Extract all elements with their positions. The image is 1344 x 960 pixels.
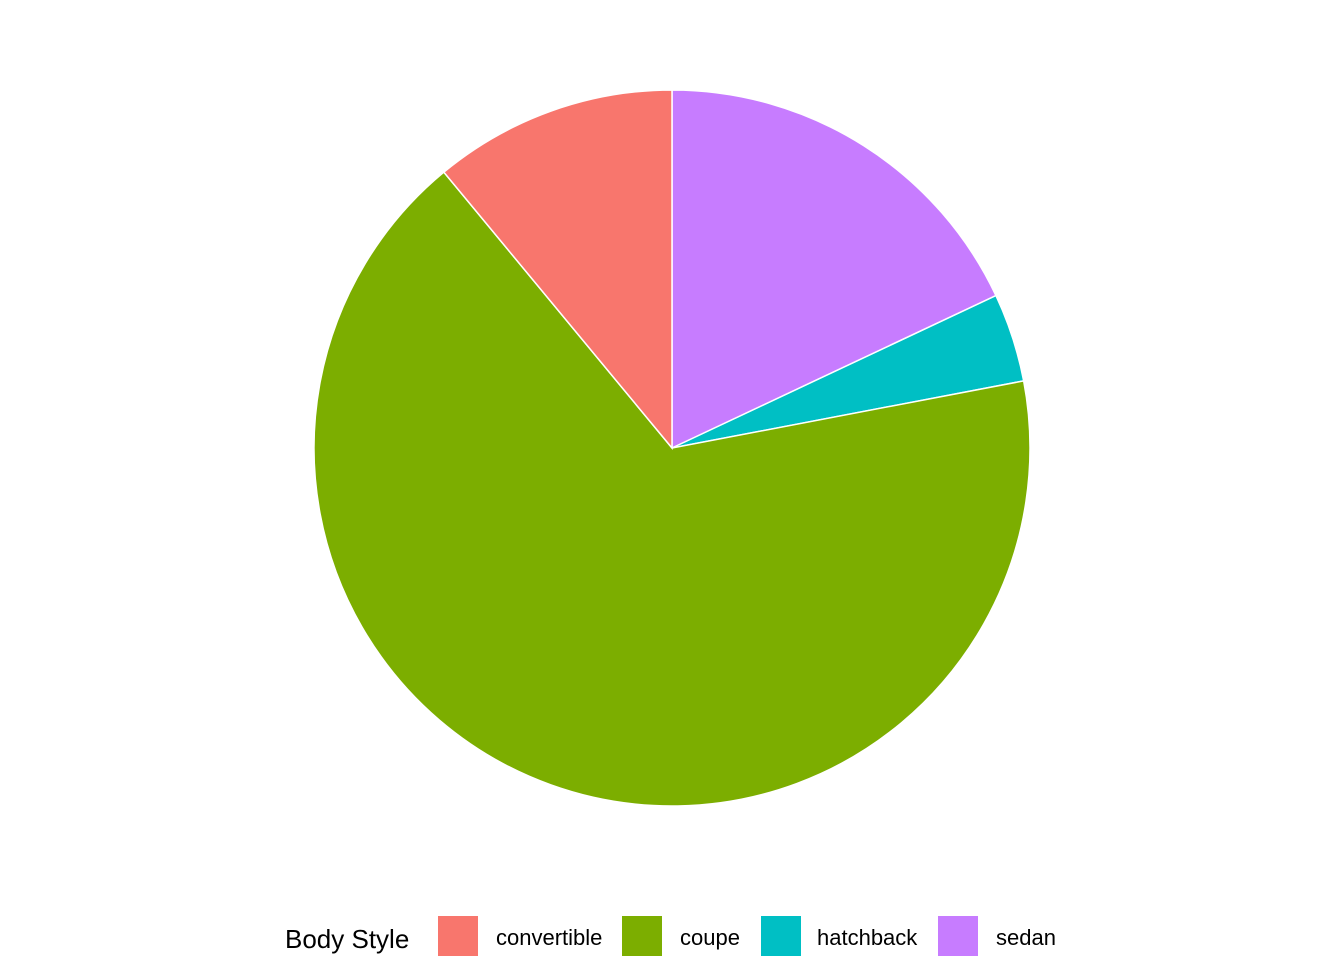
legend-key-coupe	[622, 916, 662, 956]
legend-key-convertible	[438, 916, 478, 956]
legend-key-sedan	[938, 916, 978, 956]
legend-label-coupe: coupe	[680, 925, 740, 950]
pie-chart: Body Style convertible coupe hatchback seda…	[285, 89, 1056, 956]
legend: Body Style convertible coupe hatchback seda…	[285, 916, 1056, 956]
legend-items: convertible coupe hatchback sedan	[438, 916, 1056, 956]
legend-title: Body Style	[285, 924, 409, 954]
legend-label-convertible: convertible	[496, 925, 602, 950]
legend-label-hatchback: hatchback	[817, 925, 918, 950]
pie-slices	[313, 89, 1031, 807]
legend-label-sedan: sedan	[996, 925, 1056, 950]
legend-key-hatchback	[761, 916, 801, 956]
